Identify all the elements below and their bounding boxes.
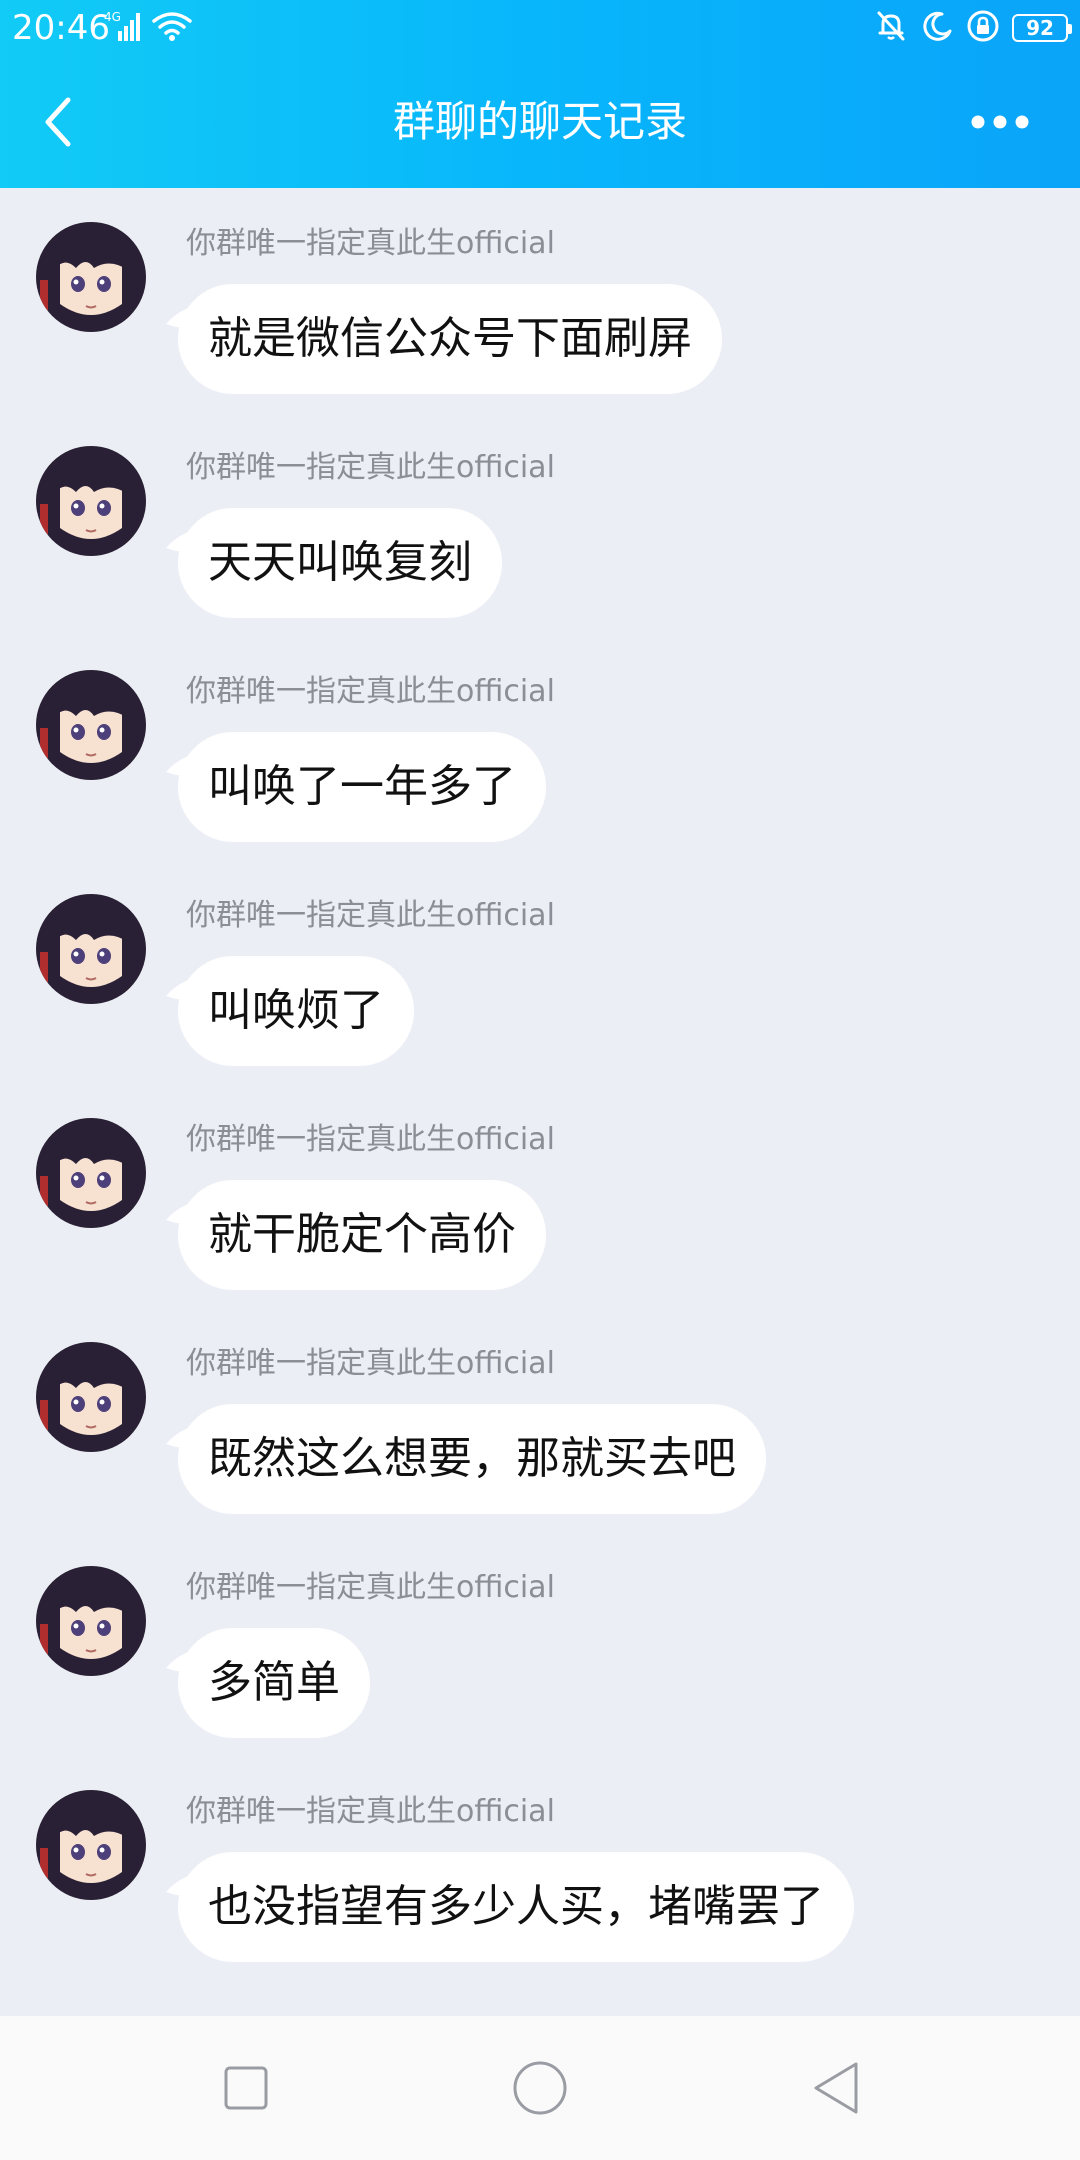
message-bubble[interactable]: 天天叫唤复刻: [178, 508, 502, 618]
status-icons-left: 4G: [104, 10, 194, 46]
message-list: 你群唯一指定真此生official 就是微信公众号下面刷屏 你群唯一指定真此生o…: [0, 188, 1080, 2016]
message-bubble[interactable]: 多简单: [178, 1628, 370, 1738]
app-header: 20:46 4G 92 群聊的聊天记录: [0, 0, 1080, 188]
status-time: 20:46: [12, 8, 110, 48]
system-navigation-bar: [0, 2016, 1080, 2160]
circle-icon: [513, 2061, 567, 2115]
moon-icon: [920, 9, 954, 47]
lock-rotation-icon: [966, 9, 1000, 47]
triangle-back-icon: [814, 2062, 858, 2114]
message-item: 你群唯一指定真此生official 天天叫唤复刻: [0, 412, 1080, 636]
sender-name: 你群唯一指定真此生official: [186, 1570, 555, 1605]
more-dots-icon: [971, 115, 1029, 129]
navigation-bar: 群聊的聊天记录: [0, 56, 1080, 188]
sender-name: 你群唯一指定真此生official: [186, 450, 555, 485]
avatar[interactable]: [36, 1118, 146, 1228]
sender-name: 你群唯一指定真此生official: [186, 226, 555, 261]
status-icons-right: 92: [874, 9, 1072, 47]
message-item: 你群唯一指定真此生official 就是微信公众号下面刷屏: [0, 188, 1080, 412]
sender-name: 你群唯一指定真此生official: [186, 898, 555, 933]
message-bubble[interactable]: 就干脆定个高价: [178, 1180, 546, 1290]
avatar[interactable]: [36, 1342, 146, 1452]
sender-name: 你群唯一指定真此生official: [186, 1794, 555, 1829]
more-options-button[interactable]: [960, 94, 1040, 150]
avatar[interactable]: [36, 670, 146, 780]
sender-name: 你群唯一指定真此生official: [186, 1122, 555, 1157]
message-item: 你群唯一指定真此生official 也没指望有多少人买，堵嘴罢了: [0, 1756, 1080, 1980]
message-bubble[interactable]: 既然这么想要，那就买去吧: [178, 1404, 766, 1514]
home-button[interactable]: [500, 2056, 580, 2120]
status-bar: 20:46 4G 92: [0, 0, 1080, 56]
avatar[interactable]: [36, 222, 146, 332]
back-nav-button[interactable]: [796, 2056, 876, 2120]
message-item: 你群唯一指定真此生official 就干脆定个高价: [0, 1084, 1080, 1308]
message-item: 你群唯一指定真此生official 多简单: [0, 1532, 1080, 1756]
network-type-label: 4G: [104, 10, 121, 24]
message-bubble[interactable]: 叫唤烦了: [178, 956, 414, 1066]
square-icon: [224, 2066, 268, 2110]
message-item: 你群唯一指定真此生official 叫唤烦了: [0, 860, 1080, 1084]
message-bubble[interactable]: 叫唤了一年多了: [178, 732, 546, 842]
recent-apps-button[interactable]: [206, 2056, 286, 2120]
avatar[interactable]: [36, 894, 146, 1004]
wifi-icon: [150, 9, 194, 47]
bell-muted-icon: [874, 9, 908, 47]
avatar[interactable]: [36, 1790, 146, 1900]
sender-name: 你群唯一指定真此生official: [186, 1346, 555, 1381]
message-item: 你群唯一指定真此生official 叫唤了一年多了: [0, 636, 1080, 860]
message-item: 你群唯一指定真此生official 既然这么想要，那就买去吧: [0, 1308, 1080, 1532]
page-title: 群聊的聊天记录: [392, 97, 687, 146]
battery-indicator: 92: [1012, 14, 1072, 42]
sender-name: 你群唯一指定真此生official: [186, 674, 555, 709]
message-bubble[interactable]: 也没指望有多少人买，堵嘴罢了: [178, 1852, 854, 1962]
message-bubble[interactable]: 就是微信公众号下面刷屏: [178, 284, 722, 394]
avatar[interactable]: [36, 1566, 146, 1676]
avatar[interactable]: [36, 446, 146, 556]
signal-icon: 4G: [104, 9, 144, 47]
